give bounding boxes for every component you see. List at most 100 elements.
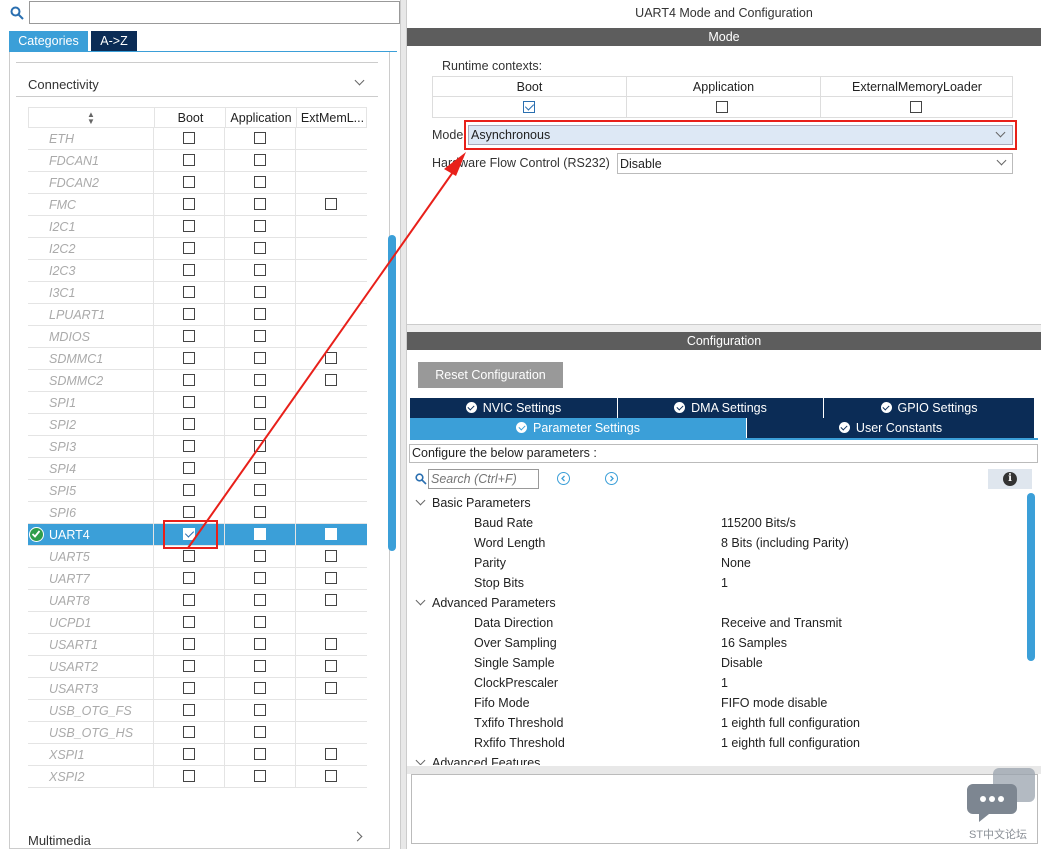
extmem-checkbox[interactable] — [325, 374, 337, 386]
col-extmem[interactable]: ExtMemL... — [296, 108, 368, 128]
tab-parameter-settings[interactable]: Parameter Settings — [410, 418, 747, 438]
param-row[interactable]: Over Sampling 16 Samples — [407, 633, 1007, 653]
peripheral-row[interactable]: UCPD1 — [28, 612, 367, 634]
peripheral-row[interactable]: USART2 — [28, 656, 367, 678]
param-row[interactable]: Stop Bits 1 — [407, 573, 1007, 593]
peripheral-row[interactable]: SDMMC2 — [28, 370, 367, 392]
boot-checkbox[interactable] — [183, 572, 195, 584]
boot-checkbox[interactable] — [183, 616, 195, 628]
application-checkbox[interactable] — [254, 594, 266, 606]
boot-checkbox[interactable] — [183, 550, 195, 562]
peripheral-row[interactable]: USART1 — [28, 634, 367, 656]
extmem-checkbox[interactable] — [325, 572, 337, 584]
hwfc-select[interactable]: Disable — [617, 153, 1013, 174]
application-checkbox[interactable] — [254, 682, 266, 694]
peripheral-row[interactable]: SPI2 — [28, 414, 367, 436]
application-checkbox[interactable] — [254, 572, 266, 584]
peripheral-row[interactable]: SPI3 — [28, 436, 367, 458]
application-checkbox[interactable] — [254, 374, 266, 386]
boot-checkbox[interactable] — [183, 176, 195, 188]
info-icon[interactable]: i — [988, 469, 1032, 489]
left-scrollbar[interactable] — [388, 235, 396, 551]
boot-checkbox[interactable] — [183, 308, 195, 320]
peripheral-row[interactable]: UART5 — [28, 546, 367, 568]
tab-user-constants[interactable]: User Constants — [747, 418, 1035, 438]
runtime-extmem-checkbox[interactable] — [910, 101, 922, 113]
peripheral-row[interactable]: FDCAN1 — [28, 150, 367, 172]
boot-checkbox[interactable] — [183, 506, 195, 518]
group-multimedia[interactable]: Multimedia — [16, 826, 378, 849]
runtime-application-checkbox[interactable] — [716, 101, 728, 113]
application-checkbox[interactable] — [254, 616, 266, 628]
runtime-boot-checkbox[interactable] — [523, 101, 535, 113]
peripheral-row[interactable]: SPI1 — [28, 392, 367, 414]
group-connectivity[interactable]: Connectivity — [16, 62, 378, 97]
previous-result-icon[interactable] — [557, 472, 570, 485]
peripheral-row[interactable]: USART3 — [28, 678, 367, 700]
param-group[interactable]: Advanced Features — [407, 753, 1007, 765]
peripheral-row[interactable]: SPI4 — [28, 458, 367, 480]
boot-checkbox[interactable] — [183, 286, 195, 298]
boot-checkbox[interactable] — [183, 484, 195, 496]
application-checkbox[interactable] — [254, 308, 266, 320]
peripheral-row[interactable]: MDIOS — [28, 326, 367, 348]
boot-checkbox[interactable] — [183, 594, 195, 606]
param-row[interactable]: Single Sample Disable — [407, 653, 1007, 673]
application-checkbox[interactable] — [254, 198, 266, 210]
peripheral-row[interactable]: SDMMC1 — [28, 348, 367, 370]
peripheral-row[interactable]: XSPI1 — [28, 744, 367, 766]
splitter-bar[interactable] — [407, 766, 1041, 774]
next-result-icon[interactable] — [605, 472, 618, 485]
application-checkbox[interactable] — [254, 220, 266, 232]
peripheral-row[interactable]: USB_OTG_HS — [28, 722, 367, 744]
application-checkbox[interactable] — [254, 528, 266, 540]
peripheral-row[interactable]: I2C3 — [28, 260, 367, 282]
boot-checkbox[interactable] — [183, 638, 195, 650]
application-checkbox[interactable] — [254, 704, 266, 716]
peripheral-row[interactable]: LPUART1 — [28, 304, 367, 326]
peripheral-row[interactable]: FDCAN2 — [28, 172, 367, 194]
application-checkbox[interactable] — [254, 484, 266, 496]
mode-config-divider[interactable] — [407, 324, 1041, 332]
peripheral-row[interactable]: XSPI2 — [28, 766, 367, 788]
param-row[interactable]: Fifo Mode FIFO mode disable — [407, 693, 1007, 713]
peripheral-row[interactable]: UART8 — [28, 590, 367, 612]
tab-gpio-settings[interactable]: GPIO Settings — [824, 398, 1035, 418]
param-group[interactable]: Advanced Parameters — [407, 593, 1007, 613]
extmem-checkbox[interactable] — [325, 682, 337, 694]
boot-checkbox[interactable] — [183, 220, 195, 232]
tab-nvic-settings[interactable]: NVIC Settings — [410, 398, 618, 418]
boot-checkbox[interactable] — [183, 748, 195, 760]
application-checkbox[interactable] — [254, 770, 266, 782]
application-checkbox[interactable] — [254, 264, 266, 276]
extmem-checkbox[interactable] — [325, 198, 337, 210]
boot-checkbox[interactable] — [183, 726, 195, 738]
col-application[interactable]: Application — [225, 108, 296, 128]
search-icon[interactable] — [415, 473, 427, 485]
boot-checkbox[interactable] — [183, 242, 195, 254]
application-checkbox[interactable] — [254, 550, 266, 562]
boot-checkbox[interactable] — [183, 660, 195, 672]
peripheral-row[interactable]: SPI5 — [28, 480, 367, 502]
search-icon[interactable] — [10, 6, 24, 20]
reset-configuration-button[interactable]: Reset Configuration — [418, 362, 563, 388]
boot-checkbox[interactable] — [183, 330, 195, 342]
boot-checkbox[interactable] — [183, 396, 195, 408]
param-scrollbar[interactable] — [1027, 493, 1035, 661]
boot-checkbox[interactable] — [183, 352, 195, 364]
peripheral-row[interactable]: I2C2 — [28, 238, 367, 260]
application-checkbox[interactable] — [254, 726, 266, 738]
application-checkbox[interactable] — [254, 330, 266, 342]
peripheral-row[interactable]: FMC — [28, 194, 367, 216]
tab-a-z[interactable]: A->Z — [91, 31, 138, 51]
peripheral-row[interactable]: I2C1 — [28, 216, 367, 238]
param-row[interactable]: Txfifo Threshold 1 eighth full configurat… — [407, 713, 1007, 733]
tab-categories[interactable]: Categories — [9, 31, 89, 51]
application-checkbox[interactable] — [254, 396, 266, 408]
col-boot[interactable]: Boot — [154, 108, 226, 128]
param-row[interactable]: Baud Rate 115200 Bits/s — [407, 513, 1007, 533]
application-checkbox[interactable] — [254, 418, 266, 430]
splitter[interactable] — [400, 0, 407, 849]
application-checkbox[interactable] — [254, 440, 266, 452]
boot-checkbox[interactable] — [183, 374, 195, 386]
